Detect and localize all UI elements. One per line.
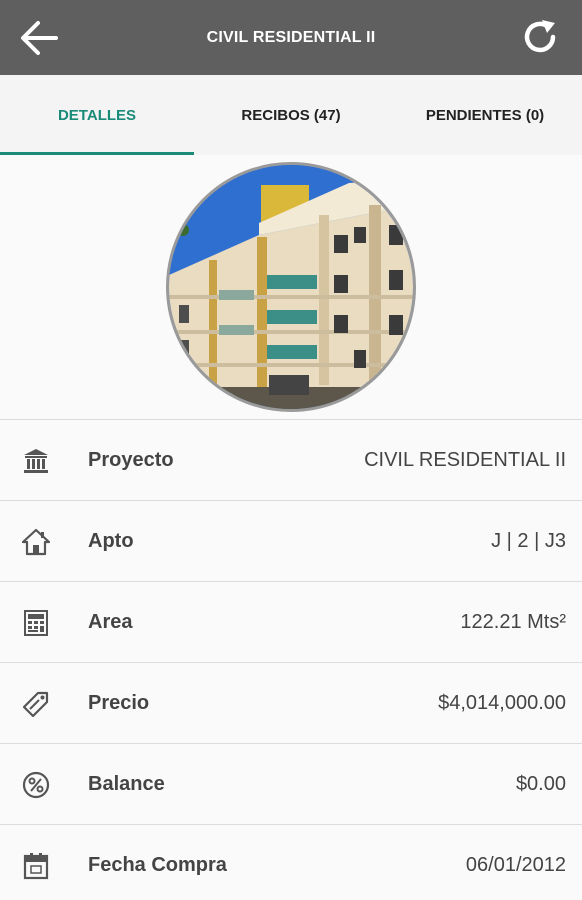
detail-label: Precio	[88, 692, 150, 714]
percent-icon	[22, 771, 50, 799]
detail-label: Proyecto	[88, 449, 174, 471]
calculator-icon	[22, 609, 50, 637]
list-item: Fecha Compra 06/01/2012	[0, 824, 582, 900]
detail-label: Balance	[88, 773, 165, 795]
detail-label: Fecha Compra	[88, 854, 227, 876]
tab-label: RECIBOS (47)	[241, 106, 341, 124]
calendar-icon	[22, 852, 50, 880]
detail-value: 122.21 Mts²	[460, 611, 566, 633]
detail-label: Apto	[88, 530, 134, 552]
tab-bar: DETALLES RECIBOS (47) PENDIENTES (0)	[0, 75, 582, 155]
project-photo	[166, 162, 416, 412]
tag-icon	[22, 690, 50, 718]
app-bar: CIVIL RESIDENTIAL II	[0, 0, 582, 75]
page-title: CIVIL RESIDENTIAL II	[206, 28, 376, 46]
tab-recibos[interactable]: RECIBOS (47)	[194, 75, 388, 155]
arrow-left-icon[interactable]	[18, 19, 60, 57]
detail-value: J | 2 | J3	[491, 530, 566, 552]
home-icon	[21, 528, 51, 556]
detail-label: Area	[88, 611, 133, 633]
list-item: Apto J | 2 | J3	[0, 500, 582, 581]
tab-label: DETALLES	[57, 106, 137, 124]
list-item: Proyecto CIVIL RESIDENTIAL II	[0, 419, 582, 500]
list-item: Balance $0.00	[0, 743, 582, 824]
detail-value: $0.00	[515, 773, 566, 795]
tab-label: PENDIENTES (0)	[425, 106, 545, 124]
list-item: Area 122.21 Mts²	[0, 581, 582, 662]
details-list: Proyecto CIVIL RESIDENTIAL II Apto J | 2…	[0, 419, 582, 900]
list-item: Precio $4,014,000.00	[0, 662, 582, 743]
refresh-icon[interactable]	[520, 17, 560, 57]
bank-icon	[22, 447, 50, 475]
detail-value: CIVIL RESIDENTIAL II	[364, 449, 566, 471]
detail-value: $4,014,000.00	[438, 692, 566, 714]
detail-value: 06/01/2012	[465, 854, 566, 876]
details-panel: Proyecto CIVIL RESIDENTIAL II Apto J | 2…	[0, 155, 582, 900]
tab-detalles[interactable]: DETALLES	[0, 75, 194, 155]
tab-pendientes[interactable]: PENDIENTES (0)	[388, 75, 582, 155]
